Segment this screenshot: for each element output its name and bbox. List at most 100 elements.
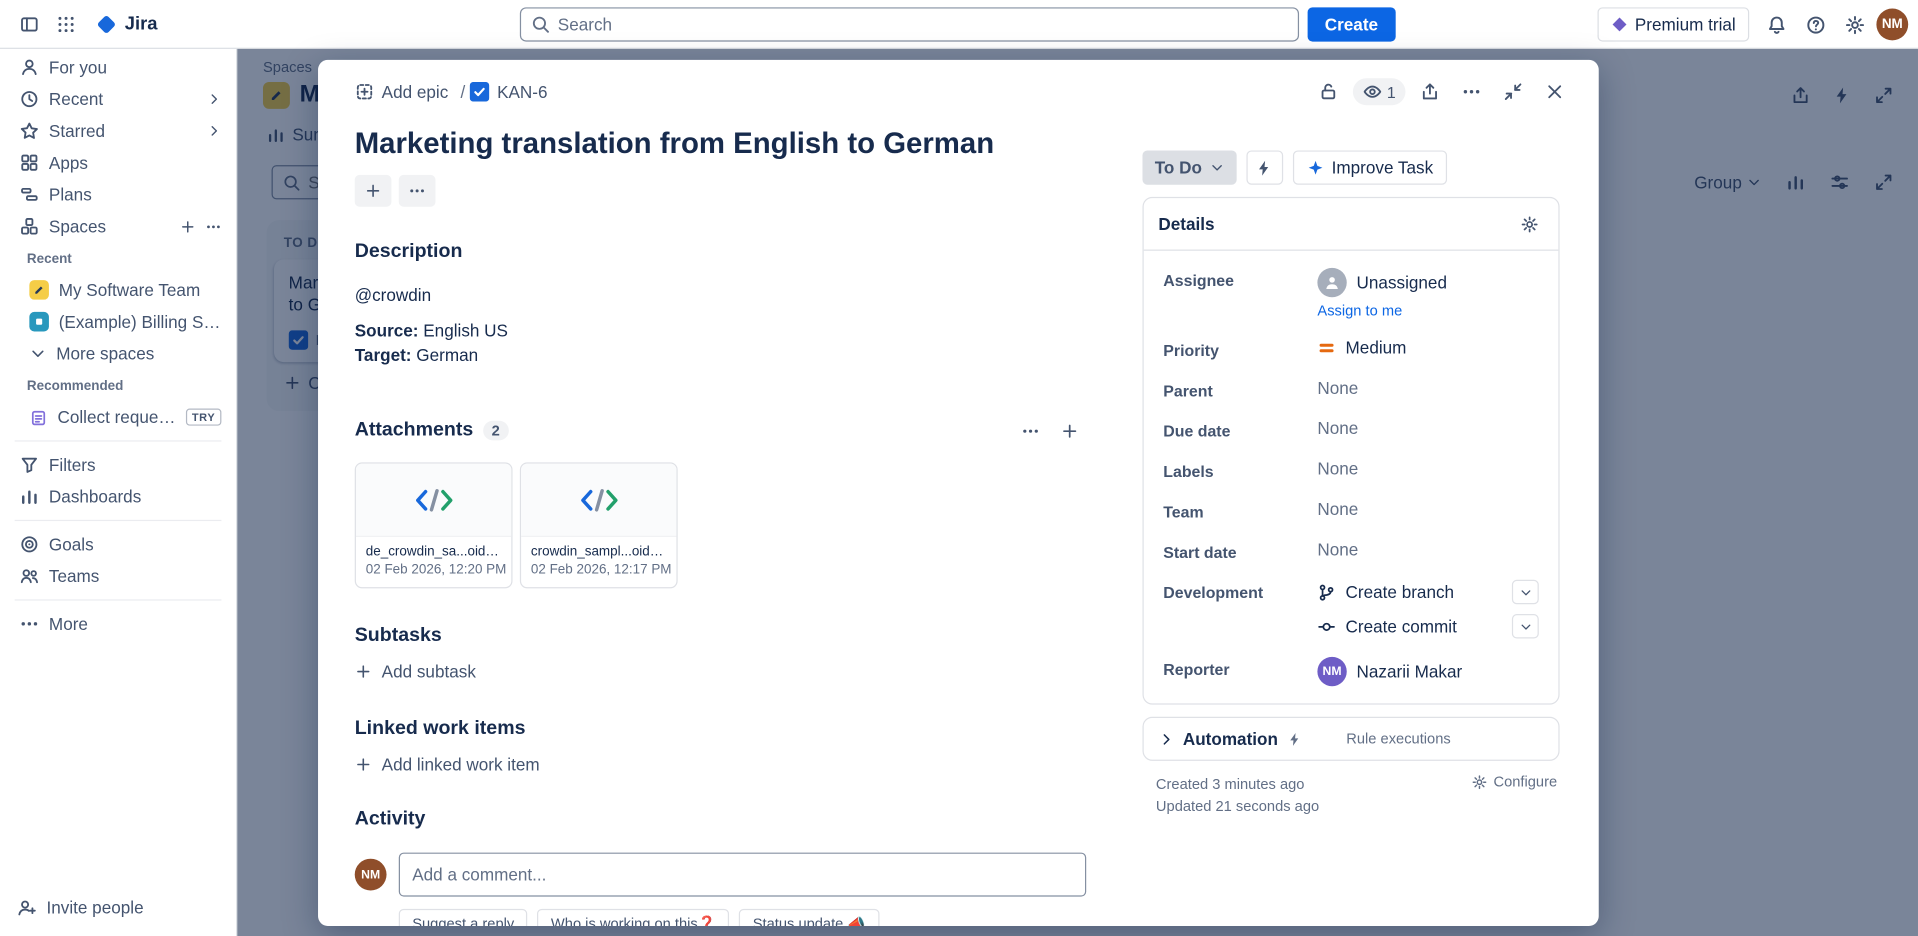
sidebar-item-starred[interactable]: Starred: [5, 115, 231, 147]
breadcrumb-separator: /: [456, 82, 471, 102]
automation-header[interactable]: Automation Rule executions: [1144, 718, 1559, 760]
attachments-more-button[interactable]: [1013, 413, 1047, 447]
description-heading: Description: [355, 241, 1086, 263]
comment-input[interactable]: [412, 865, 1073, 885]
left-sidebar: For you Recent Starred Apps Plans Spaces…: [0, 49, 237, 936]
status-dropdown[interactable]: To Do: [1142, 150, 1236, 184]
labels-value[interactable]: None: [1317, 459, 1538, 479]
quick-add-button[interactable]: [355, 175, 392, 207]
configure-link[interactable]: Configure: [1471, 773, 1557, 790]
issue-title[interactable]: Marketing translation from English to Ge…: [355, 126, 1086, 163]
notifications-button[interactable]: [1759, 7, 1793, 41]
create-branch-dropdown[interactable]: [1512, 580, 1539, 604]
attachment-filename: crowdin_sampl...oid.xml: [531, 544, 667, 559]
details-settings-button[interactable]: [1514, 209, 1543, 238]
attachment-card[interactable]: de_crowdin_sa...oid.xml 02 Feb 2026, 12:…: [355, 462, 513, 588]
spaces-more-button[interactable]: [205, 218, 221, 234]
sidebar-item-teams[interactable]: Teams: [5, 560, 231, 592]
issue-meta: Created 3 minutes ago Updated 21 seconds…: [1142, 773, 1559, 817]
start-date-value[interactable]: None: [1317, 539, 1538, 559]
quick-reply-status-update[interactable]: Status update 📣: [739, 909, 879, 926]
try-badge: TRY: [186, 409, 222, 426]
add-subtask-button[interactable]: Add subtask: [355, 662, 476, 682]
sidebar-item-more[interactable]: More: [5, 608, 231, 640]
chevron-right-icon: [1158, 731, 1174, 747]
share-button[interactable]: [1413, 75, 1447, 109]
assign-to-me-link[interactable]: Assign to me: [1317, 302, 1447, 319]
eye-icon: [1362, 82, 1382, 102]
create-commit-dropdown[interactable]: [1512, 614, 1539, 638]
collapse-modal-button[interactable]: [1496, 75, 1530, 109]
global-search[interactable]: [520, 7, 1299, 41]
restrict-access-button[interactable]: [1311, 75, 1345, 109]
sparkle-icon: [1306, 158, 1324, 176]
sidebar-item-filters[interactable]: Filters: [5, 449, 231, 481]
assignee-value[interactable]: Unassigned: [1317, 268, 1447, 297]
sidebar-item-dashboards[interactable]: Dashboards: [5, 481, 231, 513]
branch-icon: [1317, 583, 1335, 601]
create-button[interactable]: Create: [1308, 7, 1396, 41]
rule-executions-link[interactable]: Rule executions: [1346, 730, 1450, 747]
premium-diamond-icon: [1610, 16, 1627, 33]
user-avatar[interactable]: NM: [1876, 9, 1908, 41]
add-linked-work-item-button[interactable]: Add linked work item: [355, 755, 540, 775]
parent-value[interactable]: None: [1317, 378, 1538, 398]
teams-icon: [20, 566, 40, 586]
sidebar-item-recent[interactable]: Recent: [5, 83, 231, 115]
app-switcher-button[interactable]: [49, 7, 83, 41]
sidebar-item-more-spaces[interactable]: More spaces: [5, 338, 231, 370]
priority-value[interactable]: Medium: [1317, 338, 1538, 358]
sidebar-item-apps[interactable]: Apps: [5, 147, 231, 179]
description-body[interactable]: @crowdin Source: English US Target: Germ…: [355, 283, 1086, 367]
reporter-avatar: NM: [1317, 657, 1346, 686]
sidebar-item-collect-requests[interactable]: Collect requests TRY: [5, 401, 231, 433]
sidebar-item-goals[interactable]: Goals: [5, 528, 231, 560]
watch-button[interactable]: 1: [1353, 78, 1406, 105]
attachment-card[interactable]: crowdin_sampl...oid.xml 02 Feb 2026, 12:…: [520, 462, 678, 588]
divider: [15, 440, 222, 441]
add-space-button[interactable]: [180, 218, 196, 234]
plus-icon: [355, 663, 372, 680]
quick-more-button[interactable]: [399, 175, 436, 207]
recent-section-heading: Recent: [0, 242, 236, 274]
target-label: Target:: [355, 345, 412, 365]
close-icon: [1545, 82, 1565, 102]
settings-button[interactable]: [1837, 7, 1871, 41]
issue-key-link[interactable]: KAN-6: [470, 82, 547, 102]
sidebar-item-spaces[interactable]: Spaces: [5, 210, 231, 242]
help-button[interactable]: [1798, 7, 1832, 41]
sidebar-project-billing-systems[interactable]: (Example) Billing Systems: [5, 306, 231, 338]
more-actions-button[interactable]: [1454, 75, 1488, 109]
due-date-value[interactable]: None: [1317, 418, 1538, 438]
clipboard-icon: [29, 408, 47, 426]
jira-logo[interactable]: Jira: [86, 13, 168, 35]
reporter-value[interactable]: NM Nazarii Makar: [1317, 657, 1538, 686]
sidebar-item-for-you[interactable]: For you: [5, 51, 231, 83]
chevron-down-icon: [1519, 585, 1532, 598]
close-modal-button[interactable]: [1538, 75, 1572, 109]
actions-lightning-button[interactable]: [1246, 150, 1283, 184]
quick-reply-who-is-working[interactable]: Who is working on this❓: [537, 909, 729, 926]
lightning-icon: [1255, 158, 1273, 176]
add-epic-button[interactable]: Add epic: [347, 77, 455, 106]
sidebar-item-plans[interactable]: Plans: [5, 179, 231, 211]
filter-icon: [20, 455, 40, 475]
watch-count: 1: [1387, 83, 1396, 101]
sidebar-toggle-button[interactable]: [12, 7, 46, 41]
premium-trial-button[interactable]: Premium trial: [1597, 7, 1749, 41]
person-icon: [1324, 274, 1341, 291]
create-commit-button[interactable]: Create commit: [1317, 616, 1456, 636]
person-icon: [20, 57, 40, 77]
create-branch-button[interactable]: Create branch: [1317, 582, 1454, 602]
global-search-input[interactable]: [558, 15, 1288, 35]
field-development: Development Create branch: [1163, 580, 1539, 639]
team-value[interactable]: None: [1317, 499, 1538, 519]
sidebar-project-my-software-team[interactable]: My Software Team: [5, 274, 231, 306]
field-due-date: Due date None: [1163, 418, 1539, 440]
invite-people-button[interactable]: Invite people: [0, 890, 236, 924]
add-attachment-button[interactable]: [1052, 413, 1086, 447]
improve-task-button[interactable]: Improve Task: [1292, 150, 1446, 184]
quick-reply-suggest[interactable]: Suggest a reply: [399, 909, 528, 926]
dashboard-icon: [20, 487, 40, 507]
comment-field[interactable]: [399, 853, 1086, 897]
